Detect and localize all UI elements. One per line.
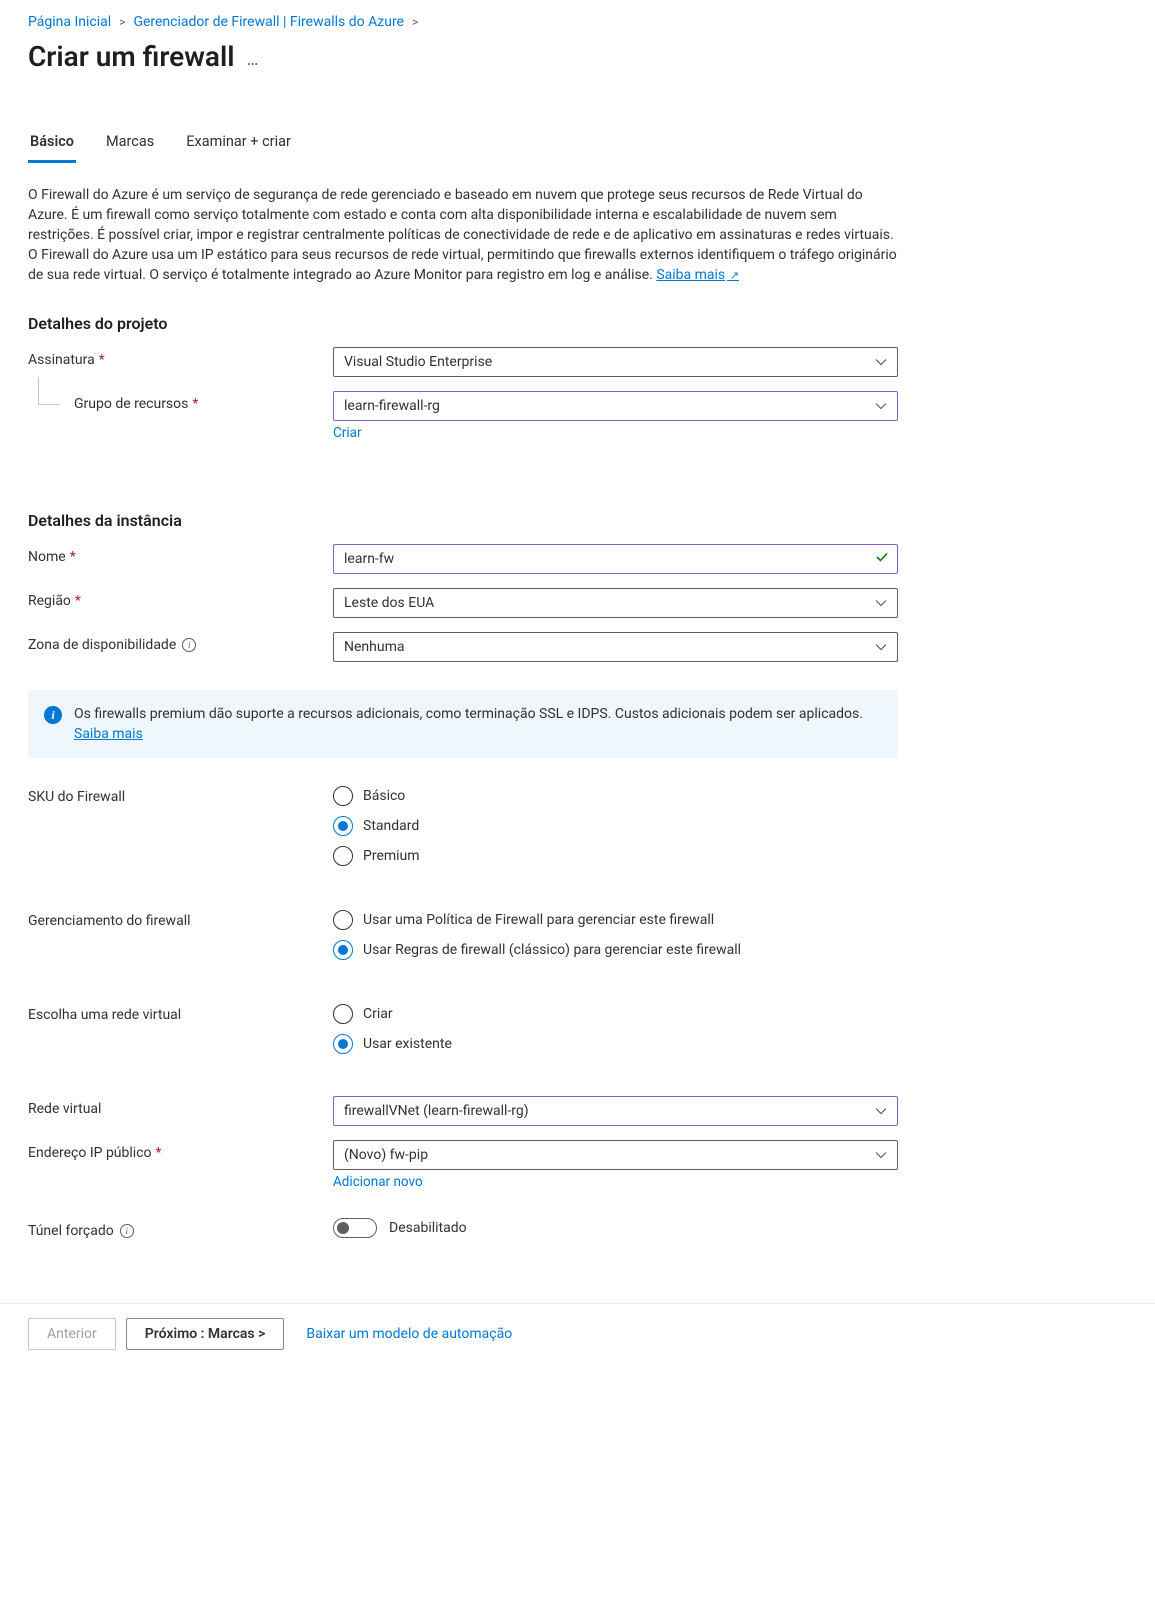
tab-basic[interactable]: Básico (28, 133, 76, 163)
resource-group-dropdown[interactable]: learn-firewall-rg (333, 391, 898, 421)
section-instance-details: Detalhes da instância (28, 511, 1127, 530)
chevron-down-icon (875, 358, 887, 366)
subscription-value: Visual Studio Enterprise (344, 354, 492, 370)
breadcrumb: Página Inicial > Gerenciador de Firewall… (28, 14, 1127, 30)
tree-connector-icon (38, 377, 60, 405)
vnet-choice-radio-group: Criar Usar existente (333, 1002, 898, 1054)
chevron-down-icon (875, 599, 887, 607)
tabs: Básico Marcas Examinar + criar (28, 133, 1127, 163)
radio-icon (333, 940, 353, 960)
tunnel-status: Desabilitado (389, 1220, 467, 1236)
tab-tags[interactable]: Marcas (104, 133, 156, 163)
info-icon[interactable]: i (182, 638, 196, 652)
required-indicator: * (75, 593, 81, 609)
download-template-link[interactable]: Baixar um modelo de automação (306, 1326, 512, 1342)
page-title: Criar um firewall (28, 40, 235, 73)
footer: Anterior Próximo : Marcas > Baixar um mo… (0, 1303, 1155, 1364)
chevron-right-icon: > (412, 15, 418, 29)
banner-learn-more-link[interactable]: Saiba mais (74, 726, 143, 742)
chevron-down-icon (875, 643, 887, 651)
name-label: Nome* (28, 544, 333, 565)
management-classic-radio[interactable]: Usar Regras de firewall (clássico) para … (333, 940, 898, 960)
vnet-existing-radio[interactable]: Usar existente (333, 1034, 898, 1054)
vnet-create-radio[interactable]: Criar (333, 1004, 898, 1024)
radio-label: Criar (363, 1006, 393, 1022)
toggle-knob (337, 1222, 349, 1234)
name-input[interactable]: learn-fw (333, 544, 898, 574)
chevron-down-icon (875, 1107, 887, 1115)
radio-label: Usar Regras de firewall (clássico) para … (363, 942, 741, 958)
radio-icon (333, 846, 353, 866)
tab-review[interactable]: Examinar + criar (184, 133, 293, 163)
vnet-label: Rede virtual (28, 1096, 333, 1117)
external-link-icon: ↗ (727, 269, 739, 282)
sku-label: SKU do Firewall (28, 784, 333, 805)
required-indicator: * (192, 396, 198, 412)
radio-label: Premium (363, 848, 420, 864)
management-radio-group: Usar uma Política de Firewall para geren… (333, 908, 898, 960)
breadcrumb-firewall-manager[interactable]: Gerenciador de Firewall | Firewalls do A… (133, 14, 404, 30)
vnet-dropdown[interactable]: firewallVNet (learn-firewall-rg) (333, 1096, 898, 1126)
resource-group-value: learn-firewall-rg (344, 398, 440, 414)
create-rg-link[interactable]: Criar (333, 425, 362, 441)
radio-icon (333, 1004, 353, 1024)
tunnel-toggle[interactable] (333, 1218, 377, 1238)
title-row: Criar um firewall … (28, 40, 1127, 73)
required-indicator: * (156, 1145, 162, 1161)
required-indicator: * (99, 352, 105, 368)
more-icon[interactable]: … (247, 49, 260, 70)
region-dropdown[interactable]: Leste dos EUA (333, 588, 898, 618)
chevron-down-icon (875, 402, 887, 410)
vnet-choice-label: Escolha uma rede virtual (28, 1002, 333, 1023)
previous-button: Anterior (28, 1318, 116, 1350)
name-value: learn-fw (344, 551, 394, 567)
radio-icon (333, 910, 353, 930)
radio-label: Usar uma Política de Firewall para geren… (363, 912, 714, 928)
learn-more-link[interactable]: Saiba mais ↗ (656, 267, 739, 283)
radio-label: Standard (363, 818, 419, 834)
description-text: O Firewall do Azure é um serviço de segu… (28, 187, 897, 283)
public-ip-label: Endereço IP público* (28, 1140, 333, 1161)
management-policy-radio[interactable]: Usar uma Política de Firewall para geren… (333, 910, 898, 930)
next-button[interactable]: Próximo : Marcas > (126, 1318, 285, 1350)
public-ip-dropdown[interactable]: (Novo) fw-pip (333, 1140, 898, 1170)
radio-label: Básico (363, 788, 405, 804)
checkmark-icon (875, 550, 889, 568)
tunnel-label: Túnel forçado i (28, 1218, 333, 1239)
breadcrumb-home[interactable]: Página Inicial (28, 14, 111, 30)
sku-premium-radio[interactable]: Premium (333, 846, 898, 866)
info-icon[interactable]: i (120, 1224, 134, 1238)
management-label: Gerenciamento do firewall (28, 908, 333, 929)
sku-standard-radio[interactable]: Standard (333, 816, 898, 836)
radio-icon (333, 786, 353, 806)
subscription-label: Assinatura* (28, 347, 333, 368)
sku-radio-group: Básico Standard Premium (333, 784, 898, 866)
section-project-details: Detalhes do projeto (28, 314, 1127, 333)
resource-group-label: Grupo de recursos* (28, 391, 333, 412)
subscription-dropdown[interactable]: Visual Studio Enterprise (333, 347, 898, 377)
vnet-value: firewallVNet (learn-firewall-rg) (344, 1103, 529, 1119)
availability-zone-label: Zona de disponibilidade i (28, 632, 333, 653)
region-label: Região* (28, 588, 333, 609)
availability-zone-dropdown[interactable]: Nenhuma (333, 632, 898, 662)
description: O Firewall do Azure é um serviço de segu… (28, 185, 898, 286)
add-new-ip-link[interactable]: Adicionar novo (333, 1174, 423, 1190)
public-ip-value: (Novo) fw-pip (344, 1147, 428, 1163)
chevron-right-icon: > (119, 15, 125, 29)
premium-info-banner: i Os firewalls premium dão suporte a rec… (28, 690, 898, 758)
info-icon: i (44, 706, 62, 724)
availability-zone-value: Nenhuma (344, 639, 404, 655)
sku-basic-radio[interactable]: Básico (333, 786, 898, 806)
radio-icon (333, 1034, 353, 1054)
radio-icon (333, 816, 353, 836)
banner-text: Os firewalls premium dão suporte a recur… (74, 706, 863, 722)
required-indicator: * (70, 549, 76, 565)
region-value: Leste dos EUA (344, 595, 434, 611)
radio-label: Usar existente (363, 1036, 452, 1052)
chevron-down-icon (875, 1151, 887, 1159)
